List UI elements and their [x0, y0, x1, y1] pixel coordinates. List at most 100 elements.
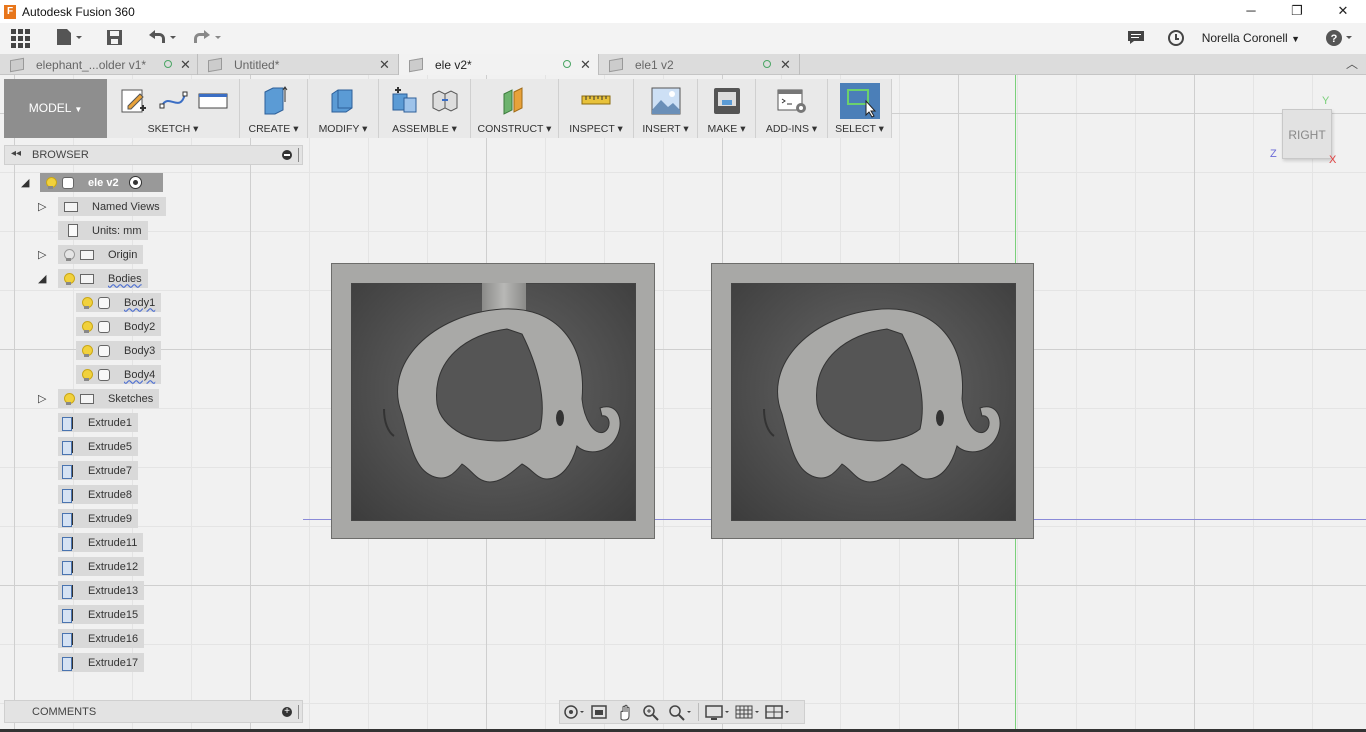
addins-menu[interactable]: ADD-INS ▾	[756, 123, 827, 135]
select-tool-icon[interactable]	[839, 83, 880, 119]
save-button[interactable]	[106, 27, 124, 51]
tab-untitled[interactable]: Untitled* ✕	[198, 54, 399, 75]
tree-feature[interactable]: Extrude12	[58, 557, 145, 576]
model-body-left[interactable]	[331, 263, 655, 539]
undo-button[interactable]	[145, 27, 179, 51]
app-grid-icon[interactable]	[10, 27, 31, 51]
tree-units[interactable]: Units: mm	[58, 221, 148, 240]
tree-feature[interactable]: Extrude17	[58, 653, 145, 672]
visibility-bulb-icon[interactable]	[45, 176, 57, 189]
collapse-arrow-icon[interactable]: ◢	[38, 272, 46, 285]
make-menu[interactable]: MAKE ▾	[698, 123, 755, 135]
visibility-bulb-icon[interactable]	[63, 272, 75, 285]
user-menu[interactable]: Norella Coronell ▼	[1202, 23, 1300, 54]
minimize-button[interactable]: ─	[1228, 0, 1274, 23]
add-comment-icon[interactable]: +	[282, 707, 292, 717]
minimize-panel-icon[interactable]	[282, 150, 292, 160]
line-tool-icon[interactable]	[158, 84, 188, 116]
sketch-menu[interactable]: SKETCH ▾	[107, 123, 239, 135]
job-status-icon[interactable]	[1167, 27, 1185, 51]
tab-ele-v2[interactable]: ele v2* ✕	[399, 54, 599, 75]
offset-plane-icon[interactable]	[500, 84, 530, 116]
tree-feature[interactable]: Extrude11	[58, 533, 144, 552]
panel-grip[interactable]	[298, 705, 301, 719]
activate-component-icon[interactable]	[128, 176, 142, 189]
fit-icon[interactable]	[664, 702, 694, 722]
press-pull-icon[interactable]	[328, 84, 358, 116]
tree-feature[interactable]: Extrude13	[58, 581, 145, 600]
close-button[interactable]: ✕	[1320, 0, 1366, 23]
tree-body[interactable]: Body4	[76, 365, 162, 384]
tree-feature[interactable]: Extrude7	[58, 461, 139, 480]
measure-icon[interactable]	[581, 84, 611, 116]
tree-body[interactable]: Body2	[76, 317, 162, 336]
tree-origin[interactable]: Origin	[58, 245, 144, 264]
rectangle-tool-icon[interactable]	[198, 84, 228, 116]
help-icon[interactable]: ?	[1324, 27, 1356, 51]
visibility-bulb-icon[interactable]	[81, 320, 93, 333]
panel-grip[interactable]	[298, 148, 301, 162]
visibility-bulb-icon[interactable]	[81, 368, 93, 381]
visibility-bulb-icon[interactable]	[81, 296, 93, 309]
notifications-icon[interactable]	[1127, 27, 1145, 51]
pan-icon[interactable]	[612, 702, 638, 722]
assemble-menu[interactable]: ASSEMBLE ▾	[379, 123, 470, 135]
select-menu[interactable]: SELECT ▾	[828, 123, 891, 135]
tree-feature[interactable]: Extrude8	[58, 485, 139, 504]
insert-menu[interactable]: INSERT ▾	[634, 123, 697, 135]
tree-root[interactable]: ele v2	[40, 173, 163, 192]
scripts-addins-icon[interactable]	[777, 84, 807, 116]
viewports-icon[interactable]	[763, 702, 793, 722]
display-settings-icon[interactable]	[703, 702, 733, 722]
insert-image-icon[interactable]	[651, 84, 681, 116]
expand-arrow-icon[interactable]: ▷	[38, 200, 46, 213]
tree-feature[interactable]: Extrude5	[58, 437, 139, 456]
tree-feature[interactable]: Extrude15	[58, 605, 145, 624]
create-menu[interactable]: CREATE ▾	[240, 123, 307, 135]
zoom-icon[interactable]	[638, 702, 664, 722]
file-menu-button[interactable]	[55, 27, 83, 51]
tree-body[interactable]: Body3	[76, 341, 162, 360]
close-tab-icon[interactable]: ✕	[379, 54, 390, 75]
window-title: Autodesk Fusion 360	[22, 4, 135, 19]
visibility-bulb-icon[interactable]	[81, 344, 93, 357]
create-sketch-icon[interactable]	[118, 84, 148, 116]
view-cube[interactable]: RIGHT	[1282, 109, 1332, 159]
look-at-icon[interactable]	[586, 702, 612, 722]
3d-print-icon[interactable]	[712, 84, 742, 116]
close-tab-icon[interactable]: ✕	[580, 54, 591, 75]
tree-feature[interactable]: Extrude9	[58, 509, 139, 528]
tree-feature[interactable]: Extrude16	[58, 629, 145, 648]
tree-sketches[interactable]: Sketches	[58, 389, 160, 408]
orbit-icon[interactable]	[560, 702, 586, 722]
visibility-bulb-icon[interactable]	[63, 392, 75, 405]
canvas-viewport[interactable]	[0, 75, 1366, 729]
expand-arrow-icon[interactable]: ▷	[38, 248, 46, 261]
close-tab-icon[interactable]: ✕	[180, 54, 191, 75]
tab-elephant[interactable]: elephant_...older v1* ✕	[0, 54, 198, 75]
collapse-arrow-icon[interactable]: ◢	[21, 176, 29, 189]
tree-body[interactable]: Body1	[76, 293, 162, 312]
redo-button[interactable]	[190, 27, 224, 51]
close-tab-icon[interactable]: ✕	[780, 54, 791, 75]
modify-menu[interactable]: MODIFY ▾	[308, 123, 378, 135]
tree-named-views[interactable]: Named Views	[58, 197, 166, 216]
extrude-icon[interactable]	[259, 84, 289, 116]
construct-menu[interactable]: CONSTRUCT ▾	[471, 123, 558, 135]
restore-button[interactable]: ❐	[1274, 0, 1320, 23]
collapse-tabs-icon[interactable]: ︿	[1346, 55, 1358, 72]
inspect-menu[interactable]: INSPECT ▾	[559, 123, 633, 135]
sketch-group: SKETCH ▾	[107, 79, 240, 138]
expand-arrow-icon[interactable]: ▷	[38, 392, 46, 405]
model-body-right[interactable]	[711, 263, 1034, 539]
grid-settings-icon[interactable]	[733, 702, 763, 722]
tab-ele1-v2[interactable]: ele1 v2 ✕	[599, 54, 800, 75]
tree-feature[interactable]: Extrude1	[58, 413, 139, 432]
workspace-switcher[interactable]: MODEL ▼	[4, 79, 107, 138]
document-icon	[609, 57, 623, 72]
new-component-icon[interactable]	[390, 84, 420, 116]
joint-icon[interactable]	[430, 84, 460, 116]
visibility-bulb-icon[interactable]	[63, 248, 75, 261]
collapse-browser-icon[interactable]: ◂◂	[11, 148, 21, 159]
tree-bodies[interactable]: Bodies	[58, 269, 148, 288]
